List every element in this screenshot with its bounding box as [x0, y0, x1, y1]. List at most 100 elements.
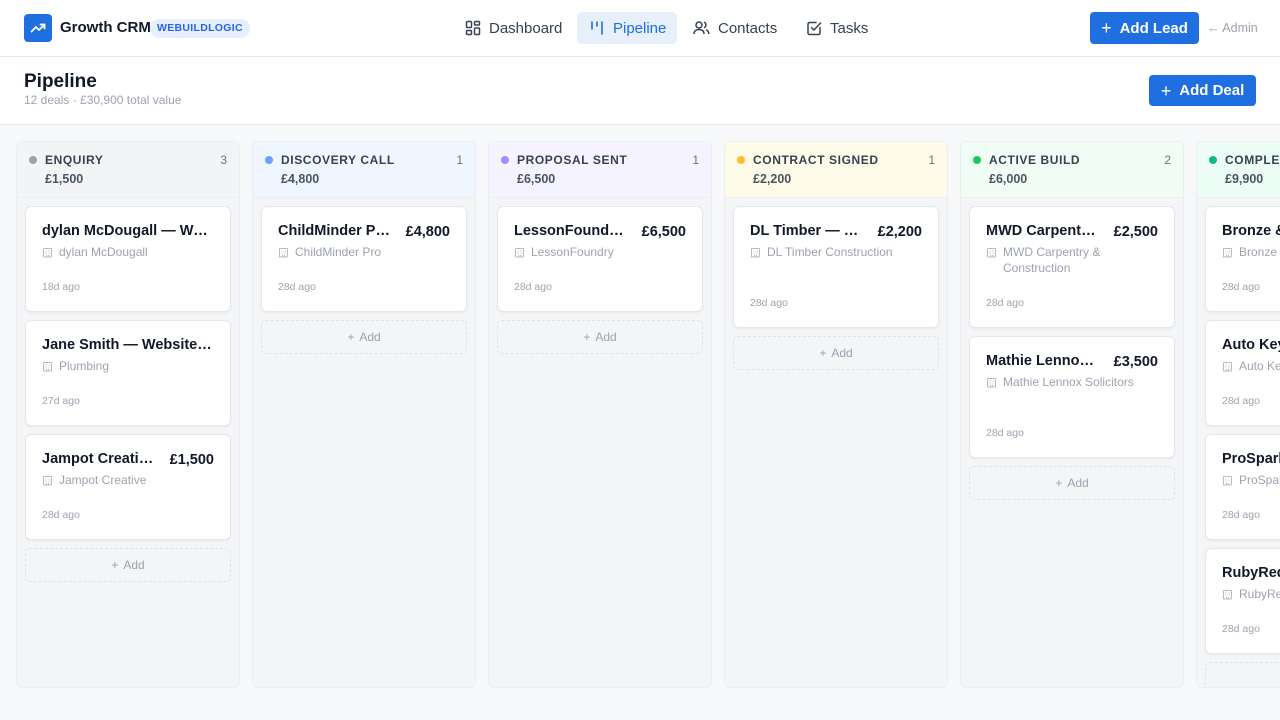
plus-icon: +	[1055, 476, 1063, 490]
add-slot-label: Add	[595, 330, 617, 344]
column-total: £6,000	[989, 172, 1028, 186]
add-deal-slot[interactable]: +Add	[497, 320, 703, 354]
column-total: £6,500	[517, 172, 556, 186]
add-deal-label: Add Deal	[1179, 82, 1245, 99]
company-name: Auto Keys	[1239, 359, 1280, 373]
company-name: RubyRed	[1239, 587, 1280, 601]
column-total: £4,800	[281, 172, 320, 186]
column-title: CONTRACT SIGNED	[753, 153, 879, 167]
nav-contacts[interactable]: Contacts	[681, 12, 789, 44]
company-name: ChildMinder Pro	[295, 245, 382, 259]
column-total: £9,900	[1225, 172, 1264, 186]
nav-pipeline[interactable]: Pipeline	[577, 12, 677, 44]
building-icon	[1222, 244, 1233, 262]
deal-title: RubyRed	[1222, 565, 1280, 581]
deal-card[interactable]: Bronze & Co Bronze & Co 28d ago	[1205, 206, 1280, 312]
company-name: Jampot Creative	[59, 473, 147, 487]
deal-card[interactable]: MWD Carpentry & Construction £2,500 MWD Ca…	[969, 206, 1175, 328]
pipeline-column: ACTIVE BUILD 2 £6,000 MWD Carpentry & Const…	[960, 141, 1184, 688]
checkbox-icon	[807, 21, 822, 36]
dashboard-grid-icon	[465, 20, 481, 36]
users-icon	[693, 21, 710, 35]
deal-company: Mathie Lennox Solicitors	[986, 374, 1138, 392]
building-icon	[1222, 586, 1233, 604]
deal-title: Bronze & Co	[1222, 223, 1280, 239]
admin-link[interactable]: ← Admin	[1207, 21, 1258, 35]
company-name: LessonFoundry	[531, 245, 614, 259]
kanban-board: ENQUIRY 3 £1,500 dylan McDougall — Website …	[0, 125, 1280, 720]
deal-card[interactable]: Auto Keys Auto Keys 28d ago	[1205, 320, 1280, 426]
add-slot-label: Add	[831, 346, 853, 360]
deal-card[interactable]: RubyRed RubyRed 28d ago	[1205, 548, 1280, 654]
column-header: ENQUIRY 3 £1,500	[17, 142, 239, 198]
company-name: ProSpark Electrical	[1239, 473, 1280, 487]
deal-company: ProSpark Electrical	[1222, 472, 1280, 490]
deal-company: MWD Carpentry & Construction	[986, 244, 1138, 276]
column-title: COMPLETED	[1225, 153, 1280, 167]
building-icon	[42, 472, 53, 490]
stage-dot	[1209, 156, 1217, 164]
building-icon	[750, 244, 761, 262]
deal-value: £4,800	[405, 224, 450, 240]
plus-icon: +	[1160, 80, 1172, 101]
deal-card[interactable]: DL Timber — Construction Website £2,200 DL…	[733, 206, 939, 328]
add-deal-slot[interactable]: + Add	[969, 466, 1175, 500]
add-deal-slot[interactable]: +Add	[25, 548, 231, 582]
nav-pipeline-label: Pipeline	[613, 19, 667, 37]
deal-title: dylan McDougall — Website Enquiry	[42, 223, 214, 239]
plus-icon: +	[819, 346, 827, 360]
pipeline-column: CONTRACT SIGNED1£2,200DL Timber — Constr…	[724, 141, 948, 688]
deal-age: 28d ago	[42, 509, 80, 521]
deal-title: LessonFoundry — Platform	[514, 223, 626, 239]
stage-dot	[973, 156, 981, 164]
add-slot-label: Add	[1067, 476, 1089, 490]
deal-title: Jampot Creative — Website	[42, 451, 154, 467]
column-count: 2	[1164, 153, 1171, 167]
column-total: £1,500	[45, 172, 84, 186]
deal-age: 28d ago	[1222, 395, 1260, 407]
add-deal-button[interactable]: + Add Deal	[1149, 75, 1256, 106]
deal-card[interactable]: ChildMinder Pro — Platform £4,800 ChildMin…	[261, 206, 467, 312]
pipeline-column: ENQUIRY 3 £1,500 dylan McDougall — Website …	[16, 141, 240, 688]
deal-company: dylan McDougall	[42, 244, 214, 262]
column-header: DISCOVERY CALL 1 £4,800	[253, 142, 475, 198]
pipeline-columns-icon	[591, 21, 603, 35]
page-header: Pipeline 12 deals · £30,900 total value …	[0, 57, 1280, 125]
page-title: Pipeline	[24, 71, 97, 92]
deal-age: 28d ago	[986, 297, 1024, 309]
nav-tasks[interactable]: Tasks	[794, 12, 880, 44]
add-deal-slot[interactable]: + Add	[733, 336, 939, 370]
building-icon	[1222, 358, 1233, 376]
app-name[interactable]: Growth CRM	[60, 19, 151, 36]
deal-card[interactable]: Mathie Lennox Solicitors £3,500 Mathie Len…	[969, 336, 1175, 458]
deal-card[interactable]: ProSpark Electrical ProSpark Electrical 28…	[1205, 434, 1280, 540]
column-count: 1	[456, 153, 463, 167]
deal-age: 28d ago	[986, 427, 1024, 439]
top-navbar: Growth CRM WEBUILDLOGIC Dashboard Pipeli…	[0, 0, 1280, 57]
org-badge: WEBUILDLOGIC	[150, 19, 250, 38]
deal-card[interactable]: Jampot Creative — Website £1,500 Jampot Cr…	[25, 434, 231, 540]
building-icon	[1222, 472, 1233, 490]
deal-title: Auto Keys	[1222, 337, 1280, 353]
deal-value: £6,500	[641, 224, 686, 240]
nav-dashboard[interactable]: Dashboard	[453, 12, 574, 44]
trending-up-icon[interactable]	[24, 14, 52, 42]
deal-title: Mathie Lennox Solicitors	[986, 353, 1098, 369]
add-deal-slot[interactable]: +Add	[261, 320, 467, 354]
deal-card[interactable]: LessonFoundry — Platform £6,500 LessonFoun…	[497, 206, 703, 312]
stage-dot	[29, 156, 37, 164]
deal-company: Bronze & Co	[1222, 244, 1280, 262]
deal-age: 28d ago	[1222, 509, 1260, 521]
deal-age: 28d ago	[1222, 623, 1260, 635]
deal-age: 18d ago	[42, 281, 80, 293]
company-name: Plumbing	[59, 359, 110, 373]
add-deal-slot[interactable]: +Add	[1205, 662, 1280, 687]
deal-title: MWD Carpentry & Construction	[986, 223, 1098, 239]
deal-company: Plumbing	[42, 358, 214, 376]
deal-card[interactable]: Jane Smith — Website Enquiry Plumbing 27d …	[25, 320, 231, 426]
company-name: dylan McDougall	[59, 245, 148, 259]
deal-card[interactable]: dylan McDougall — Website Enquiry dylan M…	[25, 206, 231, 312]
company-name: Bronze & Co	[1239, 245, 1280, 259]
add-lead-button[interactable]: + Add Lead	[1090, 12, 1199, 44]
deal-title: DL Timber — Construction Website	[750, 223, 862, 239]
